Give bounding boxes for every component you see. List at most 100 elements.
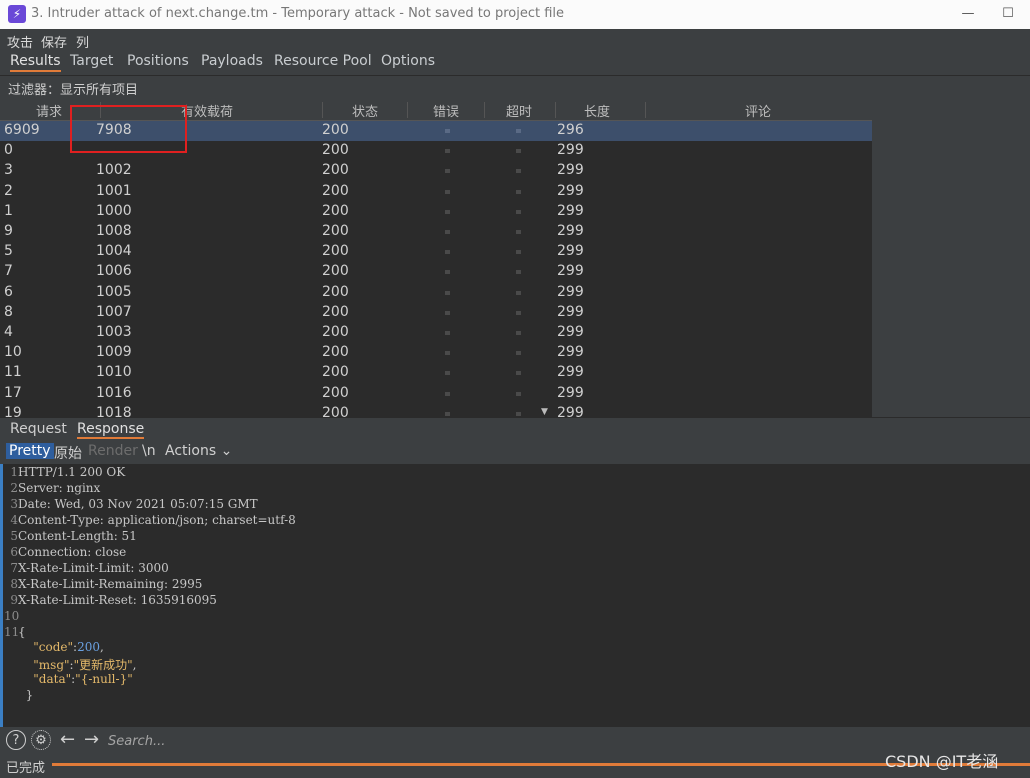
table-row[interactable]: 10 1009 200 299 bbox=[0, 343, 872, 363]
raw-button[interactable]: 原始 bbox=[51, 443, 85, 463]
response-line: 9X-Rate-Limit-Reset: 1635916095 bbox=[4, 593, 217, 609]
timeout-checkbox bbox=[516, 149, 521, 154]
cell-request: 5 bbox=[4, 243, 13, 260]
error-checkbox bbox=[445, 209, 450, 214]
response-editor[interactable]: 1HTTP/1.1 200 OK 2Server: nginx 3Date: Wed… bbox=[0, 464, 1030, 727]
table-row[interactable]: 7 1006 200 299 bbox=[0, 262, 872, 282]
menu-save[interactable]: 保存 bbox=[41, 32, 67, 51]
response-line: 6Connection: close bbox=[4, 545, 126, 561]
column-length[interactable]: 长度 bbox=[584, 101, 610, 120]
message-tabs: Request Response bbox=[0, 417, 1030, 442]
cell-request: 0 bbox=[4, 142, 13, 159]
progress-bar bbox=[52, 763, 1030, 766]
editor-gutter bbox=[0, 464, 3, 727]
table-row[interactable]: 3 1002 200 299 bbox=[0, 161, 872, 181]
table-row[interactable]: 1 1000 200 299 bbox=[0, 202, 872, 222]
search-input[interactable] bbox=[106, 730, 1010, 752]
cell-request: 17 bbox=[4, 384, 22, 401]
timeout-checkbox bbox=[516, 331, 521, 335]
cell-request: 8 bbox=[4, 303, 13, 320]
error-checkbox bbox=[445, 250, 450, 255]
table-row[interactable]: 2 1001 200 299 bbox=[0, 182, 872, 202]
render-button[interactable]: Render bbox=[85, 443, 141, 459]
cell-payload: 1008 bbox=[96, 223, 132, 239]
pretty-button[interactable]: Pretty bbox=[6, 443, 54, 459]
column-comment[interactable]: 评论 bbox=[745, 101, 771, 120]
cell-length: 299 bbox=[557, 364, 584, 381]
tab-request[interactable]: Request bbox=[10, 421, 67, 437]
column-request[interactable]: 请求 bbox=[36, 101, 62, 120]
table-row[interactable]: 9 1008 200 299 bbox=[0, 222, 872, 242]
watermark-text: CSDN @IT老涵 bbox=[885, 752, 999, 771]
timeout-checkbox bbox=[516, 189, 521, 194]
cell-payload: 1000 bbox=[96, 202, 132, 219]
cell-payload: 1009 bbox=[96, 344, 132, 361]
cell-payload: 1010 bbox=[96, 364, 132, 381]
line-text: X-Rate-Limit-Remaining: 2995 bbox=[18, 577, 203, 591]
response-line: 1HTTP/1.1 200 OK bbox=[4, 465, 125, 481]
response-line: 4Content-Type: application/json; charset… bbox=[4, 513, 295, 529]
column-timeout[interactable]: 超时 bbox=[506, 101, 532, 120]
line-text: { bbox=[18, 625, 26, 639]
table-row[interactable]: 5 1004 200 299 bbox=[0, 242, 872, 262]
timeout-checkbox bbox=[516, 310, 521, 315]
timeout-checkbox bbox=[516, 209, 521, 214]
view-toolbar: Pretty 原始 Render \n Actions ⌄ bbox=[0, 441, 1030, 464]
cell-request: 9 bbox=[4, 223, 13, 239]
cell-length: 299 bbox=[557, 182, 584, 199]
maximize-icon[interactable]: ☐ bbox=[998, 4, 1018, 24]
cell-length: 299 bbox=[557, 223, 584, 239]
tab-results[interactable]: Results bbox=[10, 53, 61, 72]
cell-payload: 1018 bbox=[96, 404, 132, 417]
menu-attack[interactable]: 攻击 bbox=[7, 32, 33, 51]
tab-target[interactable]: Target bbox=[70, 53, 113, 69]
tab-payloads[interactable]: Payloads bbox=[201, 53, 263, 69]
column-status[interactable]: 状态 bbox=[352, 101, 378, 120]
error-checkbox bbox=[445, 189, 450, 194]
actions-dropdown[interactable]: Actions ⌄ bbox=[162, 443, 235, 459]
error-checkbox bbox=[445, 391, 450, 396]
line-number: 6 bbox=[10, 545, 18, 559]
table-row[interactable]: 11 1010 200 299 bbox=[0, 363, 872, 383]
cell-request: 10 bbox=[4, 344, 22, 361]
cell-payload: 1004 bbox=[96, 243, 132, 260]
timeout-checkbox bbox=[516, 351, 521, 356]
line-number: 8 bbox=[10, 577, 18, 591]
settings-gear-icon[interactable]: ⚙ bbox=[31, 730, 51, 750]
menu-columns[interactable]: 列 bbox=[76, 32, 89, 51]
tab-response[interactable]: Response bbox=[77, 421, 145, 439]
forward-arrow-icon[interactable]: → bbox=[84, 729, 99, 750]
cell-length: 299 bbox=[557, 202, 584, 219]
table-empty-area bbox=[872, 99, 1030, 417]
line-text: X-Rate-Limit-Reset: 1635916095 bbox=[18, 593, 217, 607]
table-row[interactable]: 4 1003 200 299 bbox=[0, 323, 872, 343]
tab-resource-pool[interactable]: Resource Pool bbox=[274, 53, 372, 69]
error-checkbox bbox=[445, 149, 450, 154]
column-payload[interactable]: 有效载荷 bbox=[181, 101, 233, 120]
error-checkbox bbox=[445, 129, 450, 133]
table-row[interactable]: 8 1007 200 299 bbox=[0, 303, 872, 323]
table-row[interactable]: 19 1018 200 299 bbox=[0, 404, 872, 417]
tab-positions[interactable]: Positions bbox=[127, 53, 189, 69]
cell-request: 4 bbox=[4, 324, 13, 340]
cell-status: 200 bbox=[322, 122, 349, 138]
cell-length: 296 bbox=[557, 122, 584, 138]
cell-status: 200 bbox=[322, 324, 349, 340]
tab-options[interactable]: Options bbox=[381, 53, 435, 69]
back-arrow-icon[interactable]: ← bbox=[60, 729, 75, 750]
minimize-icon[interactable]: — bbox=[958, 4, 978, 24]
column-error[interactable]: 错误 bbox=[433, 101, 459, 120]
filter-bar[interactable]: 过滤器：显示所有项目 bbox=[0, 75, 1030, 100]
line-text: HTTP/1.1 200 OK bbox=[18, 465, 126, 479]
cell-request: 1 bbox=[4, 202, 13, 219]
cell-length: 299 bbox=[557, 283, 584, 300]
table-row[interactable]: 6 1005 200 299 bbox=[0, 283, 872, 303]
scroll-down-icon[interactable]: ▼ bbox=[541, 407, 551, 417]
line-text: Content-Length: 51 bbox=[18, 529, 137, 543]
table-row[interactable]: 17 1016 200 299 bbox=[0, 384, 872, 404]
help-icon[interactable]: ? bbox=[6, 730, 26, 750]
cell-request: 6909 bbox=[4, 122, 40, 138]
cell-length: 299 bbox=[557, 162, 584, 179]
newline-toggle[interactable]: \n bbox=[139, 443, 159, 459]
response-line: 11{ bbox=[4, 625, 26, 641]
